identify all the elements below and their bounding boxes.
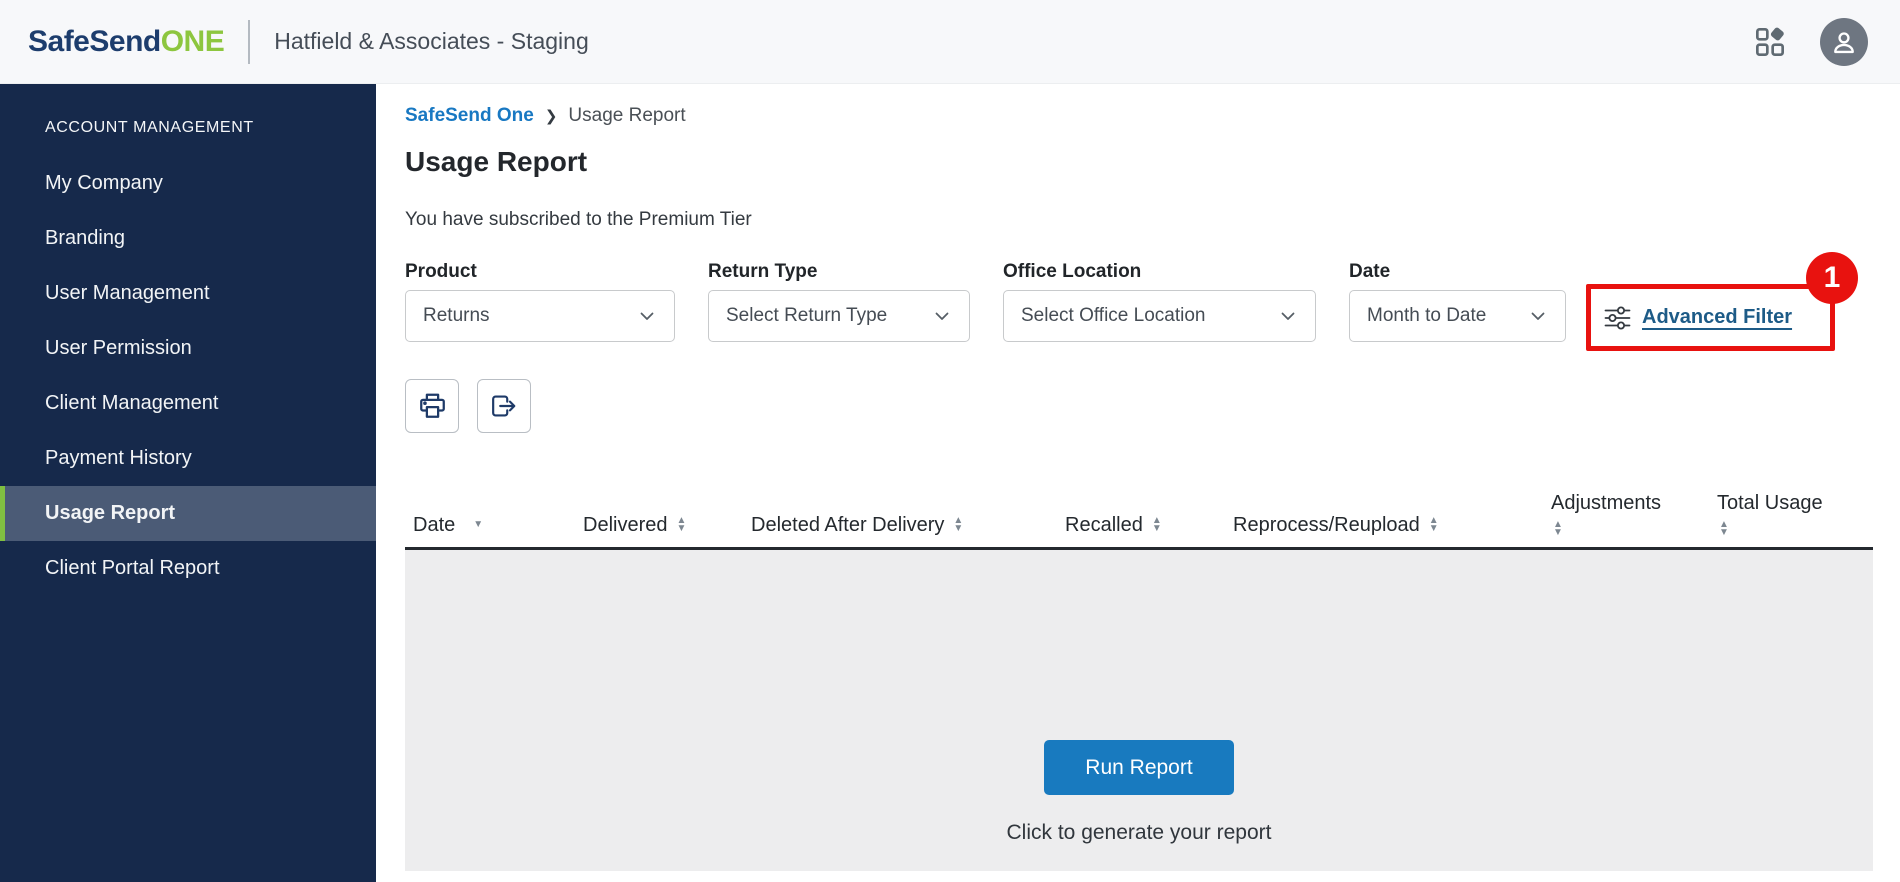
filter-date: Date Month to Date <box>1349 260 1566 342</box>
filter-return-type-label: Return Type <box>708 261 818 282</box>
column-header-adjustments[interactable]: Adjustments <box>1543 492 1709 547</box>
chevron-down-icon <box>1281 312 1295 321</box>
subscription-note: You have subscribed to the Premium Tier <box>405 209 752 230</box>
sidebar-section-title: ACCOUNT MANAGEMENT <box>45 119 254 136</box>
sort-both-icon <box>1429 517 1439 533</box>
sort-both-icon <box>1553 521 1563 537</box>
print-button[interactable] <box>405 379 459 433</box>
run-report-button[interactable]: Run Report <box>1044 740 1234 795</box>
breadcrumb-chevron-icon: ❯ <box>544 108 558 125</box>
column-label: Adjustments <box>1551 492 1662 514</box>
column-label: Total Usage <box>1717 492 1823 514</box>
sidebar-item-client-portal-report[interactable]: Client Portal Report <box>0 541 376 596</box>
brand-block: SafeSendONE Hatfield & Associates - Stag… <box>28 19 589 64</box>
column-header-date[interactable]: Date <box>405 514 575 547</box>
sort-both-icon <box>953 517 963 533</box>
date-select-value: Month to Date <box>1367 305 1487 326</box>
logo-text-one: ONE <box>160 24 225 58</box>
advanced-filter-annotation-wrap: Advanced Filter 1 <box>1586 252 1858 351</box>
product-select-value: Returns <box>423 305 490 326</box>
user-avatar-icon <box>1830 28 1858 56</box>
return-type-select[interactable]: Select Return Type <box>708 290 970 342</box>
sort-desc-icon <box>473 521 483 529</box>
filter-return-type: Return Type Select Return Type <box>708 260 970 342</box>
office-location-select[interactable]: Select Office Location <box>1003 290 1316 342</box>
column-header-deleted-after-delivery[interactable]: Deleted After Delivery <box>743 514 1057 547</box>
filters-row: Product Returns Return Type Select Retur… <box>405 252 1873 351</box>
usage-table-header: Date Delivered Deleted After Delivery Re… <box>405 480 1873 550</box>
print-icon <box>419 393 446 419</box>
chevron-down-icon <box>640 312 654 321</box>
export-icon <box>491 394 517 418</box>
report-empty-state: Run Report Click to generate your report <box>405 550 1873 871</box>
export-button[interactable] <box>477 379 531 433</box>
sort-both-icon <box>1152 517 1162 533</box>
apps-grid-icon <box>1754 26 1786 58</box>
sidebar-item-usage-report[interactable]: Usage Report <box>0 486 376 541</box>
header-divider <box>248 19 251 64</box>
date-select[interactable]: Month to Date <box>1349 290 1566 342</box>
report-toolbar <box>405 379 1873 433</box>
user-avatar[interactable] <box>1820 17 1868 66</box>
sidebar-item-my-company[interactable]: My Company <box>0 156 376 211</box>
column-header-total-usage[interactable]: Total Usage <box>1709 492 1873 547</box>
column-label: Delivered <box>583 514 668 536</box>
column-label: Deleted After Delivery <box>751 514 945 536</box>
breadcrumb: SafeSend One ❯ Usage Report <box>405 104 1873 128</box>
report-hint-text: Click to generate your report <box>1006 821 1272 844</box>
column-header-recalled[interactable]: Recalled <box>1057 514 1225 547</box>
sort-both-icon <box>1719 521 1729 537</box>
breadcrumb-root-link[interactable]: SafeSend One <box>405 105 534 127</box>
column-label: Reprocess/Reupload <box>1233 514 1420 536</box>
logo-text-safesend: SafeSend <box>28 24 161 58</box>
safesend-logo: SafeSendONE <box>28 24 225 59</box>
chevron-down-icon <box>1531 312 1545 321</box>
annotation-badge: 1 <box>1806 252 1858 304</box>
column-label: Recalled <box>1065 514 1143 536</box>
sidebar-item-client-management[interactable]: Client Management <box>0 376 376 431</box>
main-content: SafeSend One ❯ Usage Report Usage Report… <box>376 84 1900 882</box>
sliders-icon <box>1604 306 1631 330</box>
app-header: SafeSendONE Hatfield & Associates - Stag… <box>0 0 1900 84</box>
sidebar-item-branding[interactable]: Branding <box>0 211 376 266</box>
column-header-reprocess-reupload[interactable]: Reprocess/Reupload <box>1225 514 1543 547</box>
advanced-filter-link[interactable]: Advanced Filter <box>1642 306 1792 329</box>
account-name: Hatfield & Associates - Staging <box>274 28 589 54</box>
apps-grid-button[interactable] <box>1754 26 1786 58</box>
filter-date-label: Date <box>1349 261 1391 282</box>
column-label: Date <box>413 514 456 536</box>
breadcrumb-current: Usage Report <box>568 105 686 126</box>
filter-office-location-label: Office Location <box>1003 261 1142 282</box>
page-title: Usage Report <box>405 146 588 177</box>
product-select[interactable]: Returns <box>405 290 675 342</box>
chevron-down-icon <box>935 312 949 321</box>
office-location-select-value: Select Office Location <box>1021 305 1206 326</box>
filter-product: Product Returns <box>405 260 675 342</box>
filter-product-label: Product <box>405 261 477 282</box>
column-header-delivered[interactable]: Delivered <box>575 514 743 547</box>
sort-both-icon <box>676 517 686 533</box>
annotation-box: Advanced Filter <box>1586 284 1835 351</box>
sidebar: ACCOUNT MANAGEMENT My Company Branding U… <box>0 84 376 882</box>
sidebar-item-user-management[interactable]: User Management <box>0 266 376 321</box>
filter-office-location: Office Location Select Office Location <box>1003 260 1316 342</box>
sidebar-item-payment-history[interactable]: Payment History <box>0 431 376 486</box>
header-actions <box>1754 17 1868 66</box>
sidebar-item-user-permission[interactable]: User Permission <box>0 321 376 376</box>
return-type-select-value: Select Return Type <box>726 305 888 326</box>
